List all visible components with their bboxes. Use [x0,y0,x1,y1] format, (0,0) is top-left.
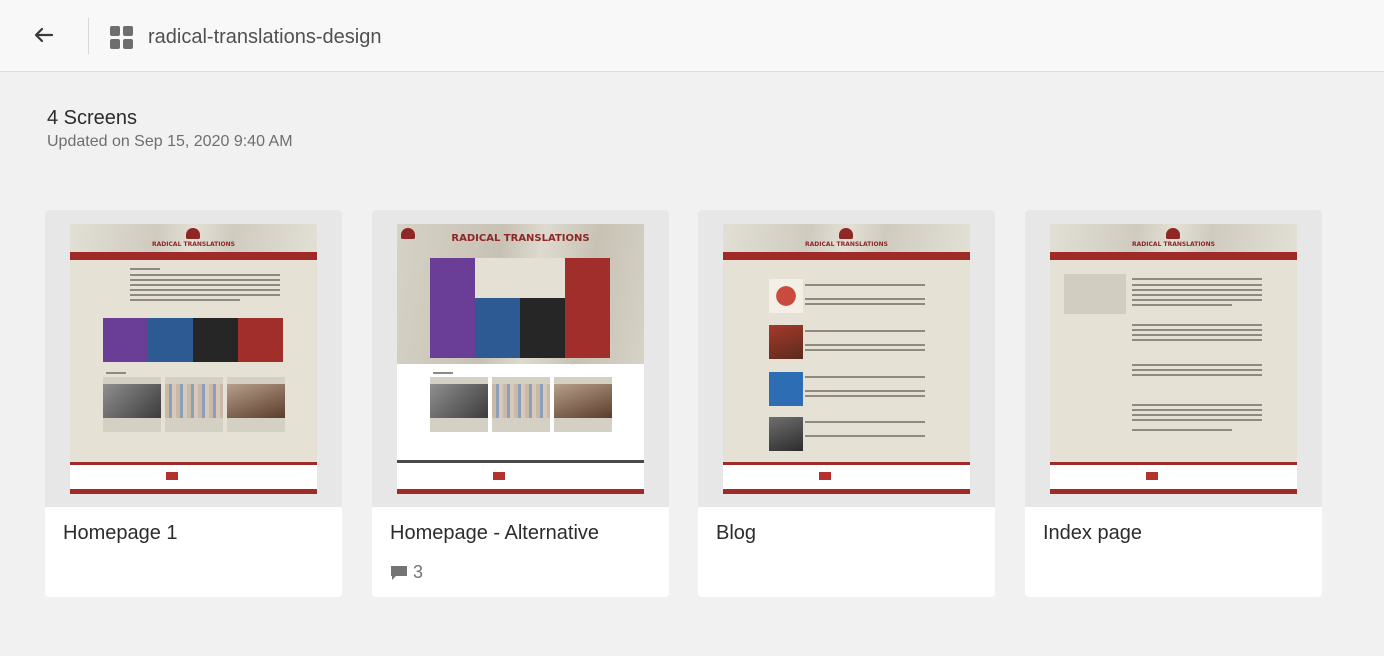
screen-thumbnail-area[interactable]: RADICAL TRANSLATIONS [698,210,995,507]
screen-thumbnail: RADICAL TRANSLATIONS [397,224,644,494]
helmet-logo-icon [1166,228,1180,239]
screen-thumbnail-area[interactable]: RADICAL TRANSLATIONS [45,210,342,507]
comment-count-value: 3 [413,562,424,582]
thumb-site-title: RADICAL TRANSLATIONS [152,241,235,248]
screen-thumbnail: RADICAL TRANSLATIONS [1050,224,1297,494]
screen-thumbnail-area[interactable]: RADICAL TRANSLATIONS [1025,210,1322,507]
screen-card-homepage-alternative[interactable]: RADICAL TRANSLATIONS Homepage - Alternat… [372,210,669,597]
header-divider [88,18,89,54]
grid-icon [110,26,133,49]
updated-timestamp: Updated on Sep 15, 2020 9:40 AM [47,133,293,150]
screen-count: 4 Screens [47,107,138,129]
helmet-logo-icon [839,228,853,239]
screen-title[interactable]: Homepage - Alternative [390,522,599,545]
project-name[interactable]: radical-translations-design [148,26,381,49]
screen-thumbnail-area[interactable]: RADICAL TRANSLATIONS [372,210,669,507]
comment-count[interactable]: 3 [390,562,423,583]
arrow-left-icon [34,27,54,43]
screen-title[interactable]: Blog [716,522,756,545]
back-button[interactable] [28,20,60,50]
thumb-site-title: RADICAL TRANSLATIONS [451,233,590,244]
screen-title[interactable]: Homepage 1 [63,522,178,545]
thumb-site-title: RADICAL TRANSLATIONS [805,241,888,248]
top-bar: radical-translations-design [0,0,1384,72]
helmet-logo-icon [186,228,200,239]
thumb-site-title: RADICAL TRANSLATIONS [1132,241,1215,248]
screen-card-blog[interactable]: RADICAL TRANSLATIONS Blog [698,210,995,597]
screen-title[interactable]: Index page [1043,522,1142,545]
screen-card-index-page[interactable]: RADICAL TRANSLATIONS Index page [1025,210,1322,597]
screen-card-homepage-1[interactable]: RADICAL TRANSLATIONS Homepage 1 [45,210,342,597]
screen-thumbnail: RADICAL TRANSLATIONS [723,224,970,494]
comment-icon [391,565,407,580]
screen-thumbnail: RADICAL TRANSLATIONS [70,224,317,494]
